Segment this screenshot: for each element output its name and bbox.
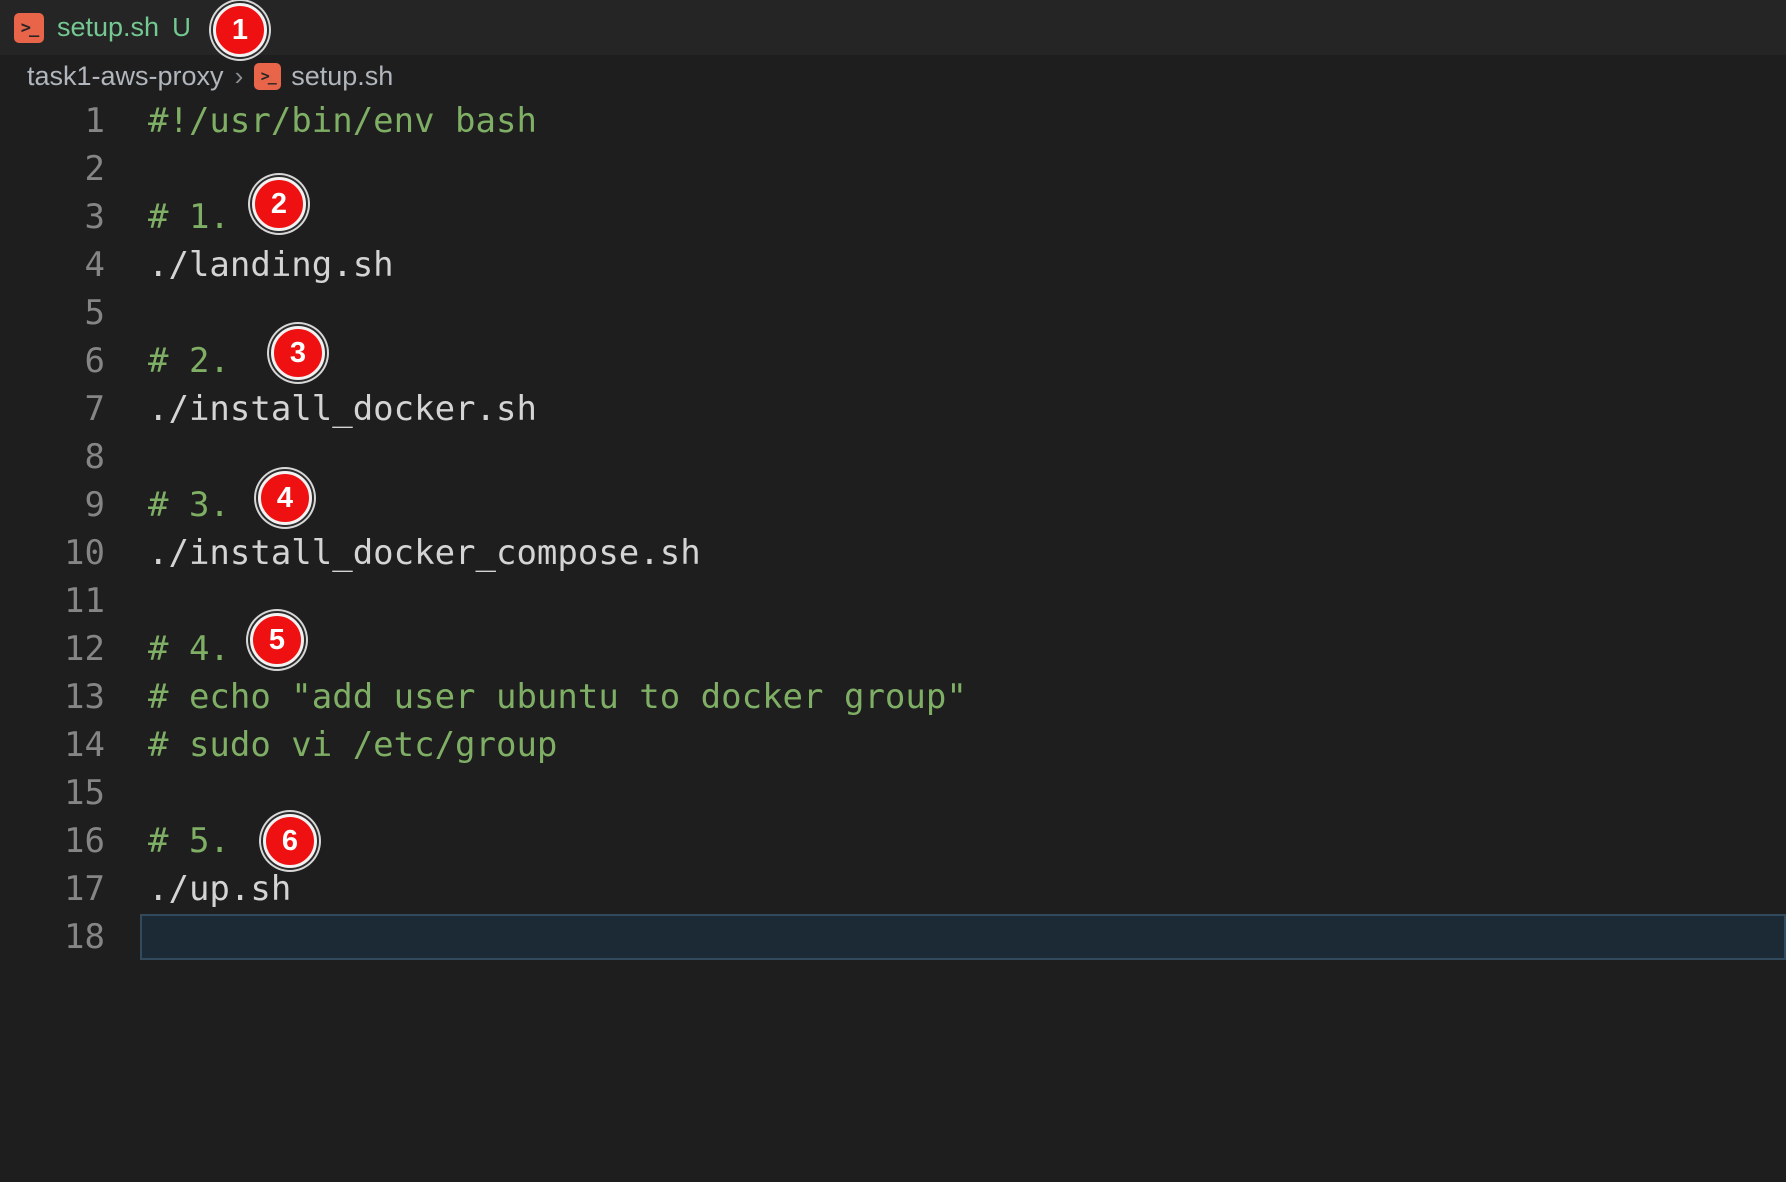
line-number[interactable]: 14	[0, 721, 105, 769]
code-line[interactable]: 13 # echo "add user ubuntu to docker grou…	[0, 673, 1786, 721]
line-text[interactable]: ./install_docker_compose.sh	[148, 529, 701, 577]
line-text[interactable]: # sudo vi /etc/group	[148, 721, 557, 769]
code-line[interactable]: 10 ./install_docker_compose.sh	[0, 529, 1786, 577]
code-line[interactable]: 8	[0, 433, 1786, 481]
som-mark-5[interactable]: 5	[250, 613, 304, 667]
code-line[interactable]: 15	[0, 769, 1786, 817]
line-number[interactable]: 17	[0, 865, 105, 913]
line-text[interactable]: # 1.	[148, 193, 230, 241]
line-number[interactable]: 2	[0, 145, 105, 193]
line-number[interactable]: 16	[0, 817, 105, 865]
som-mark-3[interactable]: 3	[271, 326, 325, 380]
line-number[interactable]: 15	[0, 769, 105, 817]
line-number[interactable]: 1	[0, 97, 105, 145]
line-number[interactable]: 5	[0, 289, 105, 337]
line-number[interactable]: 10	[0, 529, 105, 577]
code-line[interactable]: 5	[0, 289, 1786, 337]
tab-bar: >_ setup.sh U ✕	[0, 0, 1786, 55]
breadcrumb-item-folder[interactable]: task1-aws-proxy	[27, 61, 224, 92]
code-line[interactable]: 7 ./install_docker.sh	[0, 385, 1786, 433]
tab-label: setup.sh	[57, 12, 159, 43]
som-mark-6[interactable]: 6	[263, 814, 317, 868]
current-line-highlight	[140, 914, 1786, 960]
line-number[interactable]: 6	[0, 337, 105, 385]
tab-setup-sh[interactable]: >_ setup.sh U ✕	[0, 0, 246, 55]
code-line[interactable]: 17 ./up.sh	[0, 865, 1786, 913]
line-text[interactable]: # 5.	[148, 817, 230, 865]
line-number[interactable]: 7	[0, 385, 105, 433]
code-line[interactable]: 18	[0, 913, 1786, 961]
line-text[interactable]: #!/usr/bin/env bash	[148, 97, 537, 145]
breadcrumb-item-file[interactable]: >_ setup.sh	[254, 61, 393, 92]
code-line[interactable]: 14 # sudo vi /etc/group	[0, 721, 1786, 769]
line-text[interactable]: ./landing.sh	[148, 241, 394, 289]
line-text[interactable]: ./up.sh	[148, 865, 291, 913]
line-text[interactable]: # 4.	[148, 625, 230, 673]
line-text[interactable]: # 3.	[148, 481, 230, 529]
line-number[interactable]: 8	[0, 433, 105, 481]
line-number[interactable]: 12	[0, 625, 105, 673]
som-mark-1[interactable]: 1	[213, 3, 267, 57]
git-untracked-badge: U	[172, 12, 191, 43]
shell-terminal-icon: >_	[14, 13, 44, 43]
line-number[interactable]: 9	[0, 481, 105, 529]
code-line[interactable]: 1 #!/usr/bin/env bash	[0, 97, 1786, 145]
line-number[interactable]: 13	[0, 673, 105, 721]
som-mark-4[interactable]: 4	[258, 471, 312, 525]
code-line[interactable]: 4 ./landing.sh	[0, 241, 1786, 289]
code-line[interactable]: 6 # 2.	[0, 337, 1786, 385]
chevron-right-icon: ›	[235, 61, 244, 92]
som-mark-2[interactable]: 2	[252, 177, 306, 231]
line-number[interactable]: 11	[0, 577, 105, 625]
line-number[interactable]: 18	[0, 913, 105, 961]
breadcrumb-file-label: setup.sh	[291, 61, 393, 92]
shell-terminal-icon: >_	[254, 63, 281, 90]
breadcrumb: task1-aws-proxy › >_ setup.sh	[0, 55, 1786, 97]
line-text[interactable]: # 2.	[148, 337, 230, 385]
breadcrumb-folder-label: task1-aws-proxy	[27, 61, 224, 92]
line-number[interactable]: 3	[0, 193, 105, 241]
line-text[interactable]: ./install_docker.sh	[148, 385, 537, 433]
line-number[interactable]: 4	[0, 241, 105, 289]
line-text[interactable]: # echo "add user ubuntu to docker group"	[148, 673, 967, 721]
